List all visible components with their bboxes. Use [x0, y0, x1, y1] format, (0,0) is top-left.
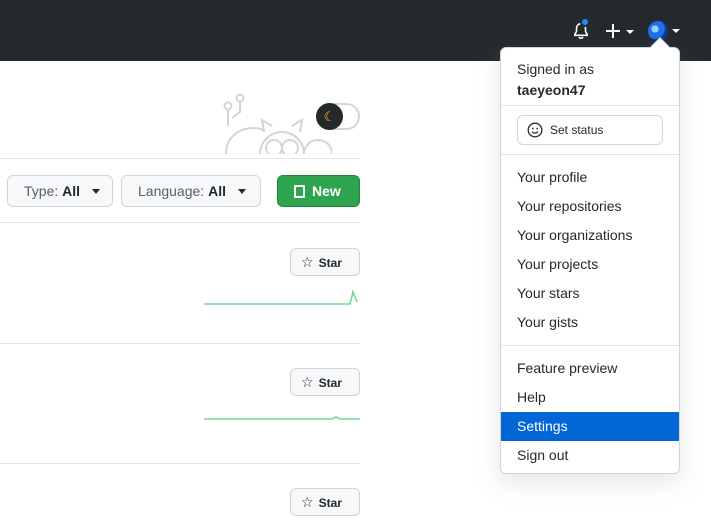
star-button[interactable]: ☆ Star: [290, 248, 360, 276]
star-button-label: Star: [318, 496, 342, 510]
language-filter-button[interactable]: Language: All: [121, 175, 261, 207]
username[interactable]: taeyeon47: [517, 80, 594, 101]
star-button[interactable]: ☆ Star: [290, 368, 360, 396]
language-filter-label: Language:: [138, 183, 205, 199]
divider: [0, 222, 360, 223]
moon-icon: ☾: [316, 103, 343, 130]
divider: [0, 343, 360, 344]
menu-item-your-profile[interactable]: Your profile: [501, 163, 679, 192]
menu-item-your-gists[interactable]: Your gists: [501, 308, 679, 337]
divider: [501, 105, 679, 106]
type-filter-label: Type:: [24, 183, 59, 199]
type-filter-value: All: [62, 183, 81, 199]
chevron-down-icon: [237, 188, 246, 194]
new-button-label: New: [312, 183, 341, 199]
signed-in-header: Signed in as taeyeon47: [517, 59, 594, 101]
star-icon: ☆: [301, 254, 314, 270]
star-icon: ☆: [301, 494, 314, 510]
menu-item-sign-out[interactable]: Sign out: [501, 441, 679, 470]
menu-item-your-organizations[interactable]: Your organizations: [501, 221, 679, 250]
menu-item-your-projects[interactable]: Your projects: [501, 250, 679, 279]
star-button-label: Star: [318, 256, 342, 270]
type-filter-button[interactable]: Type: All: [7, 175, 113, 207]
smiley-icon: [527, 122, 543, 138]
signed-in-label: Signed in as: [517, 61, 595, 77]
menu-item-your-stars[interactable]: Your stars: [501, 279, 679, 308]
star-button-label: Star: [318, 376, 342, 390]
set-status-button[interactable]: Set status: [517, 115, 663, 145]
divider: [0, 463, 360, 464]
divider: [501, 154, 679, 155]
menu-item-feature-preview[interactable]: Feature preview: [501, 354, 679, 383]
set-status-label: Set status: [550, 123, 604, 137]
divider: [501, 345, 679, 346]
new-repository-button[interactable]: New: [277, 175, 360, 207]
menu-item-your-repositories[interactable]: Your repositories: [501, 192, 679, 221]
menu-item-help[interactable]: Help: [501, 383, 679, 412]
plus-icon[interactable]: [605, 22, 635, 40]
star-button[interactable]: ☆ Star: [290, 488, 360, 516]
activity-sparkline: [204, 289, 358, 305]
star-icon: ☆: [301, 374, 314, 390]
notification-dot: [580, 17, 590, 27]
divider: [0, 158, 360, 159]
chevron-down-icon[interactable]: [672, 29, 680, 33]
chevron-down-icon: [91, 188, 100, 194]
language-filter-value: All: [208, 183, 226, 199]
menu-item-settings[interactable]: Settings: [501, 412, 679, 441]
octocat-illustration-icon: [223, 93, 332, 154]
activity-sparkline: [204, 416, 360, 420]
repo-icon: [294, 185, 305, 198]
